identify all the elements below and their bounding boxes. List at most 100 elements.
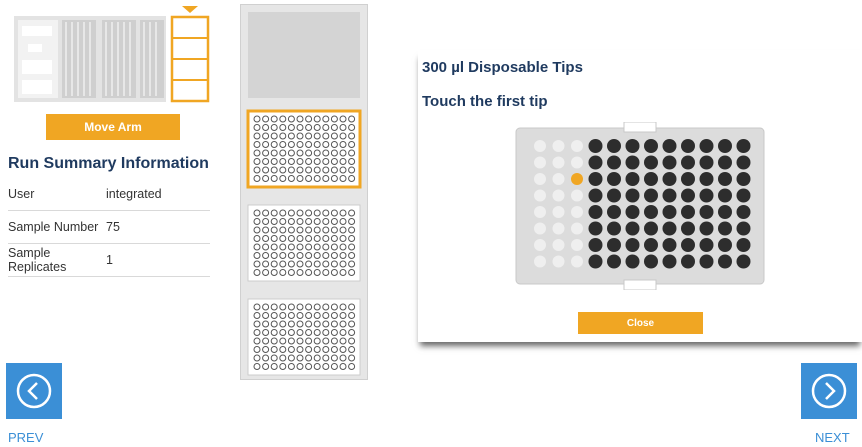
- tip-well[interactable]: [644, 221, 658, 236]
- tip-well[interactable]: [736, 155, 751, 170]
- tip-well[interactable]: [736, 172, 751, 186]
- tip-well[interactable]: [588, 139, 603, 153]
- tip-well[interactable]: [699, 188, 714, 203]
- tip-well[interactable]: [718, 221, 732, 236]
- tip-well[interactable]: [625, 188, 640, 203]
- prev-button[interactable]: [6, 363, 62, 419]
- tip-well[interactable]: [588, 188, 603, 203]
- tip-well[interactable]: [681, 221, 695, 236]
- tip-well[interactable]: [571, 189, 583, 202]
- tip-well[interactable]: [534, 156, 546, 169]
- tip-well[interactable]: [662, 155, 677, 170]
- tip-well[interactable]: [662, 188, 677, 203]
- tip-well[interactable]: [534, 140, 546, 152]
- close-button[interactable]: Close: [578, 312, 703, 334]
- tip-well[interactable]: [625, 155, 640, 170]
- tip-well[interactable]: [552, 173, 565, 185]
- tip-well[interactable]: [534, 206, 546, 218]
- tip-well[interactable]: [607, 155, 621, 170]
- tip-well[interactable]: [736, 188, 751, 203]
- tip-well[interactable]: [718, 238, 732, 252]
- tip-well[interactable]: [736, 254, 751, 269]
- tip-well[interactable]: [588, 238, 603, 252]
- next-button[interactable]: [801, 363, 857, 419]
- tip-well[interactable]: [681, 139, 695, 153]
- tip-well[interactable]: [736, 221, 751, 236]
- tip-well[interactable]: [571, 255, 583, 268]
- tip-well[interactable]: [625, 238, 640, 252]
- tip-well[interactable]: [662, 172, 677, 186]
- tip-well[interactable]: [736, 238, 751, 252]
- tip-well[interactable]: [644, 188, 658, 203]
- tip-well[interactable]: [681, 254, 695, 269]
- tip-well[interactable]: [662, 221, 677, 236]
- tip-well[interactable]: [534, 239, 546, 251]
- tip-well[interactable]: [718, 205, 732, 219]
- tip-well[interactable]: [588, 221, 603, 236]
- tip-well[interactable]: [552, 140, 565, 152]
- tip-well[interactable]: [534, 173, 546, 185]
- tip-well[interactable]: [681, 205, 695, 219]
- deck-layout-minimap[interactable]: [14, 0, 214, 108]
- tip-well[interactable]: [588, 155, 603, 170]
- tip-well[interactable]: [625, 205, 640, 219]
- tip-well[interactable]: [571, 156, 583, 169]
- tip-rack[interactable]: [514, 122, 766, 290]
- tip-well[interactable]: [607, 172, 621, 186]
- tip-well[interactable]: [644, 172, 658, 186]
- tip-well[interactable]: [718, 155, 732, 170]
- tip-well[interactable]: [552, 239, 565, 251]
- tip-well[interactable]: [644, 139, 658, 153]
- tip-well[interactable]: [718, 172, 732, 186]
- tip-well[interactable]: [625, 254, 640, 269]
- tip-well[interactable]: [662, 254, 677, 269]
- tip-well[interactable]: [571, 206, 583, 218]
- tip-well[interactable]: [607, 221, 621, 236]
- tip-well[interactable]: [607, 139, 621, 153]
- tip-well[interactable]: [699, 238, 714, 252]
- tip-well[interactable]: [736, 205, 751, 219]
- tip-well[interactable]: [571, 239, 583, 251]
- tip-well[interactable]: [534, 189, 546, 202]
- tip-well[interactable]: [625, 172, 640, 186]
- tip-well[interactable]: [699, 221, 714, 236]
- tip-well[interactable]: [607, 205, 621, 219]
- move-arm-button[interactable]: Move Arm: [46, 114, 180, 140]
- tip-well[interactable]: [718, 139, 732, 153]
- tip-well[interactable]: [625, 139, 640, 153]
- tip-well[interactable]: [699, 172, 714, 186]
- tip-well[interactable]: [552, 222, 565, 235]
- tip-well[interactable]: [644, 205, 658, 219]
- tip-well[interactable]: [607, 254, 621, 269]
- tip-well[interactable]: [681, 155, 695, 170]
- selected-plate[interactable]: [241, 109, 367, 189]
- tip-well[interactable]: [736, 139, 751, 153]
- tip-well[interactable]: [552, 255, 565, 268]
- tip-well[interactable]: [699, 205, 714, 219]
- plate[interactable]: [241, 297, 367, 377]
- tip-well[interactable]: [607, 238, 621, 252]
- tip-well[interactable]: [681, 188, 695, 203]
- tip-well[interactable]: [662, 139, 677, 153]
- tip-well[interactable]: [644, 238, 658, 252]
- tip-well[interactable]: [625, 221, 640, 236]
- tip-well[interactable]: [699, 254, 714, 269]
- tip-well[interactable]: [644, 155, 658, 170]
- tip-well[interactable]: [644, 254, 658, 269]
- plate[interactable]: [241, 203, 367, 283]
- tip-well[interactable]: [571, 173, 583, 185]
- tip-well[interactable]: [718, 254, 732, 269]
- tip-well[interactable]: [571, 140, 583, 152]
- tip-well[interactable]: [571, 222, 583, 235]
- tip-well[interactable]: [662, 238, 677, 252]
- tip-well[interactable]: [662, 205, 677, 219]
- tip-well[interactable]: [552, 156, 565, 169]
- tip-well[interactable]: [699, 155, 714, 170]
- tip-well[interactable]: [699, 139, 714, 153]
- tip-well[interactable]: [552, 206, 565, 218]
- tip-well[interactable]: [607, 188, 621, 203]
- tip-well[interactable]: [534, 255, 546, 268]
- tip-well[interactable]: [588, 172, 603, 186]
- tip-well[interactable]: [552, 189, 565, 202]
- tip-well[interactable]: [681, 238, 695, 252]
